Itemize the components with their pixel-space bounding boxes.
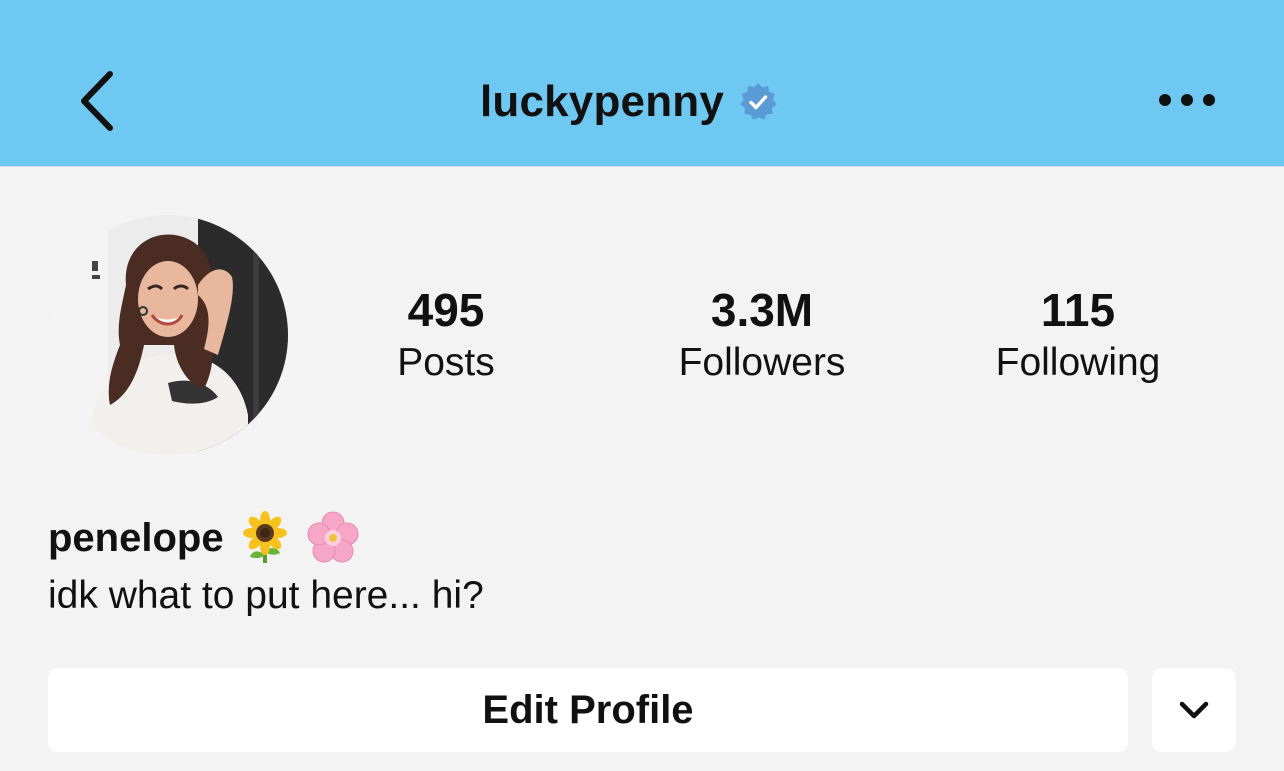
username-title: luckypenny	[479, 77, 725, 126]
posts-stat[interactable]: 495 Posts	[316, 282, 576, 388]
header-title-group: luckypenny	[0, 72, 1284, 132]
followers-count: 3.3M	[710, 284, 814, 336]
profile-photo	[48, 215, 288, 455]
more-options-button[interactable]	[1156, 84, 1220, 116]
posts-count: 495	[407, 284, 485, 336]
followers-label: Followers	[678, 341, 846, 384]
following-count: 115	[1040, 284, 1116, 336]
following-label: Following	[995, 341, 1161, 384]
more-horizontal-icon	[1159, 94, 1215, 106]
followers-stat[interactable]: 3.3M Followers	[632, 282, 892, 388]
profile-bio: idk what to put here... hi?	[48, 574, 484, 617]
edit-profile-button[interactable]: Edit Profile	[48, 668, 1128, 752]
verified-badge-icon	[740, 83, 777, 120]
profile-header: luckypenny	[0, 0, 1284, 167]
following-stat[interactable]: 115 Following	[948, 282, 1208, 388]
posts-label: Posts	[397, 341, 495, 384]
sunflower-emoji	[242, 511, 287, 563]
suggested-accounts-toggle-button[interactable]	[1152, 668, 1236, 752]
display-name-row: penelope	[48, 508, 360, 568]
chevron-down-icon	[1179, 701, 1209, 719]
profile-avatar[interactable]	[48, 215, 288, 455]
display-name: penelope	[48, 516, 224, 560]
cherry-blossom-emoji	[307, 511, 359, 563]
